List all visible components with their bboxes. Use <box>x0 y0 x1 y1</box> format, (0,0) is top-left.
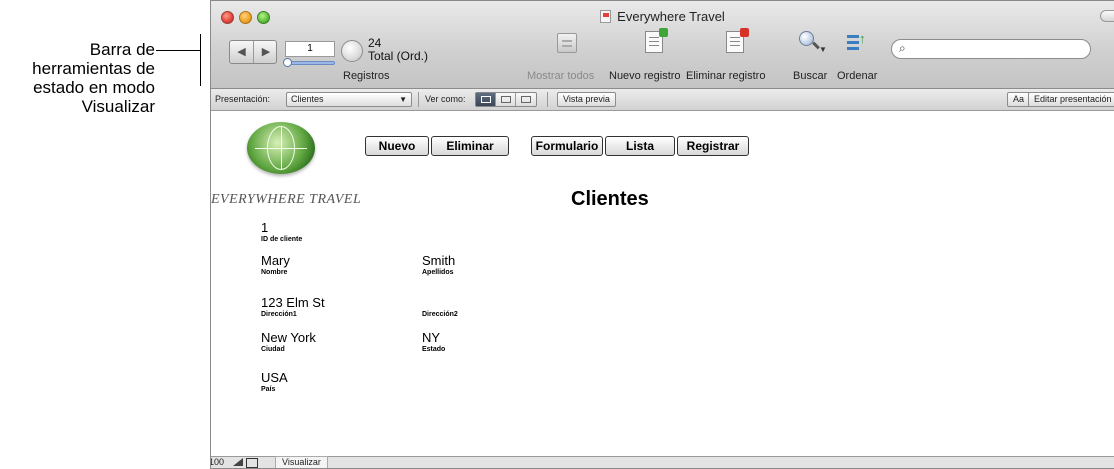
toolbar-toggle-button[interactable] <box>1100 10 1114 22</box>
address1-label: Dirección1 <box>261 311 297 318</box>
last-name-label: Apellidos <box>422 269 454 276</box>
found-set-pie-icon[interactable] <box>341 40 363 62</box>
record-book[interactable]: ◀ ▶ <box>229 40 277 64</box>
zoom-level[interactable]: 100 <box>211 457 224 468</box>
status-bar: 100 Visualizar <box>211 456 1114 468</box>
layout-select-value: Clientes <box>291 94 324 104</box>
view-as-label: Ver como: <box>425 94 466 104</box>
layout-label: Presentación: <box>215 94 271 104</box>
view-list-button[interactable] <box>496 93 516 106</box>
records-label: Registros <box>343 70 390 82</box>
divider <box>547 92 548 107</box>
next-record-button[interactable]: ▶ <box>254 41 278 63</box>
callout-bracket <box>200 34 201 86</box>
globe-logo <box>247 122 315 174</box>
form-button[interactable]: Formulario <box>531 136 603 156</box>
new-record-label: Nuevo registro <box>609 70 681 82</box>
country-field[interactable]: USA <box>261 370 288 385</box>
window-title: Everywhere Travel <box>211 9 1114 24</box>
delete-record-icon <box>726 28 749 53</box>
previous-record-button[interactable]: ◀ <box>230 41 254 63</box>
record-slider[interactable] <box>285 61 335 65</box>
table-view-icon <box>521 96 531 103</box>
document-icon <box>600 10 612 23</box>
first-name-field[interactable]: Mary <box>261 253 290 268</box>
new-button[interactable]: Nuevo <box>365 136 429 156</box>
last-name-field[interactable]: Smith <box>422 253 455 268</box>
view-form-button[interactable] <box>476 93 496 106</box>
callout-line <box>156 50 201 51</box>
address2-label: Dirección2 <box>422 311 458 318</box>
record-total-count: 24 <box>368 36 382 50</box>
view-as-buttons <box>475 92 537 107</box>
layout-select[interactable]: Clientes ▼ <box>286 92 412 107</box>
layout-content: EVERYWHERE TRAVEL Nuevo Eliminar Formula… <box>211 112 1114 458</box>
brand-wordmark: EVERYWHERE TRAVEL <box>211 192 362 207</box>
sort-icon: ↑ <box>847 31 869 53</box>
title-bar: Everywhere Travel ◀ ▶ 1 24 Total (Ord.) … <box>211 1 1114 89</box>
record-total: 24 Total (Ord.) <box>368 37 428 63</box>
state-field[interactable]: NY <box>422 330 440 345</box>
find-icon: ▼ <box>799 31 827 54</box>
layout-bar: Presentación: Clientes ▼ Ver como: Vista… <box>211 89 1114 111</box>
edit-layout-button[interactable]: Editar presentación <box>1028 92 1114 107</box>
country-label: País <box>261 386 276 393</box>
search-icon: ⌕ <box>899 41 906 55</box>
form-title: Clientes <box>571 188 649 210</box>
delete-button[interactable]: Eliminar <box>431 136 509 156</box>
first-name-label: Nombre <box>261 269 288 276</box>
show-all-label: Mostrar todos <box>527 70 595 82</box>
show-all-icon <box>557 33 577 53</box>
register-button[interactable]: Registrar <box>677 136 749 156</box>
quick-find-field[interactable]: ⌕ <box>891 39 1091 59</box>
address1-field[interactable]: 123 Elm St <box>261 295 325 310</box>
view-table-button[interactable] <box>516 93 536 106</box>
city-label: Ciudad <box>261 346 285 353</box>
search-input[interactable] <box>920 42 1080 56</box>
callout: Barra de herramientas de estado en modo … <box>0 34 201 146</box>
list-view-icon <box>501 96 511 103</box>
record-slider-thumb[interactable] <box>283 58 292 67</box>
new-record-icon <box>645 28 668 53</box>
customer-id-field[interactable]: 1 <box>261 220 268 235</box>
find-label: Buscar <box>793 70 828 82</box>
sort-label: Ordenar <box>837 70 878 82</box>
delete-record-label: Eliminar registro <box>686 70 766 82</box>
divider <box>418 92 419 107</box>
window-title-text: Everywhere Travel <box>617 9 725 24</box>
text-format-button[interactable]: Aa <box>1007 92 1031 107</box>
current-record-field[interactable]: 1 <box>285 41 335 57</box>
zoom-controls-icon[interactable] <box>233 458 261 468</box>
mode-indicator[interactable]: Visualizar <box>275 456 328 468</box>
record-total-label: Total (Ord.) <box>368 49 429 63</box>
state-label: Estado <box>422 346 446 353</box>
list-button[interactable]: Lista <box>605 136 675 156</box>
callout-text: Barra de herramientas de estado en modo … <box>32 40 155 116</box>
city-field[interactable]: New York <box>261 330 316 345</box>
customer-id-label: ID de cliente <box>261 236 303 243</box>
app-window: Everywhere Travel ◀ ▶ 1 24 Total (Ord.) … <box>210 0 1114 469</box>
form-view-icon <box>481 96 491 103</box>
chevron-down-icon: ▼ <box>399 95 407 104</box>
preview-button[interactable]: Vista previa <box>557 92 616 107</box>
